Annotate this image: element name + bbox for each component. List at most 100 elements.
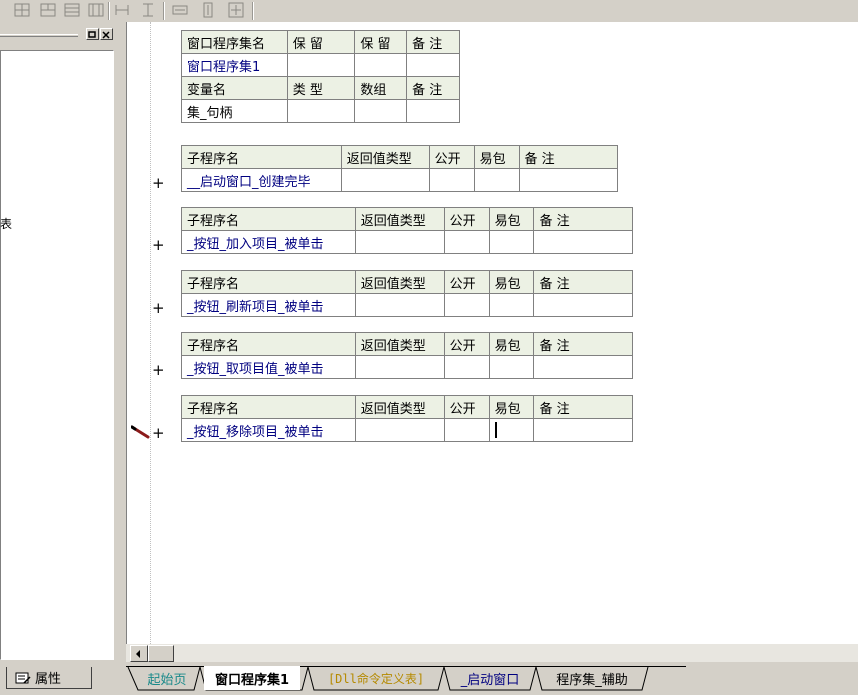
table-icon[interactable]: [88, 2, 104, 18]
subroutine-table: 子程序名 返回值类型 公开 易包 备 注 _按钮_取项目值_被单击: [181, 332, 633, 379]
subroutine-name-cell[interactable]: _按钮_加入项目_被单击: [181, 230, 356, 254]
table-cell[interactable]: [473, 168, 520, 192]
text-cursor: [494, 422, 497, 438]
header-cell: 备 注: [406, 76, 460, 100]
table-cell[interactable]: [488, 418, 535, 442]
tab-window-program-set[interactable]: 窗口程序集1: [204, 666, 300, 690]
header-cell: 子程序名: [181, 145, 342, 169]
width-icon[interactable]: [172, 2, 188, 18]
header-cell: 易包: [488, 270, 535, 294]
header-cell: 备 注: [518, 145, 618, 169]
subroutine-table: 子程序名 返回值类型 公开 易包 备 注 __启动窗口_创建完毕: [181, 145, 618, 192]
subroutine-name-cell[interactable]: __启动窗口_创建完毕: [181, 168, 342, 192]
expand-toggle[interactable]: +: [152, 174, 165, 192]
header-cell: 易包: [488, 207, 535, 231]
header-cell: 易包: [473, 145, 520, 169]
subroutine-name-cell[interactable]: _按钮_移除项目_被单击: [181, 418, 356, 442]
header-cell: 备 注: [406, 30, 460, 54]
header-cell: 数组: [354, 76, 408, 100]
table-cell[interactable]: [340, 168, 430, 192]
expand-toggle[interactable]: +: [152, 361, 165, 379]
table-cell[interactable]: [406, 53, 460, 77]
header-cell: 返回值类型: [340, 145, 430, 169]
header-cell: 子程序名: [181, 332, 356, 356]
size-icon[interactable]: [228, 2, 244, 18]
header-cell: 保 留: [286, 30, 356, 54]
gutter-line: [150, 22, 151, 644]
toolbar-separator: [108, 2, 110, 20]
table-cell[interactable]: [286, 99, 356, 123]
table-cell[interactable]: [428, 168, 475, 192]
header-cell: 公开: [443, 207, 490, 231]
close-button[interactable]: [100, 28, 113, 40]
toolbar-separator: [163, 2, 165, 20]
expand-toggle[interactable]: +: [152, 424, 165, 442]
header-cell: 子程序名: [181, 207, 356, 231]
left-dock-panel: 表: [0, 22, 122, 662]
header-cell: 备 注: [533, 395, 633, 419]
table-cell[interactable]: [533, 355, 633, 379]
restore-icon: [88, 31, 96, 38]
header-cell: 子程序名: [181, 395, 356, 419]
header-cell: 备 注: [533, 207, 633, 231]
table-cell[interactable]: [443, 293, 490, 317]
table-cell[interactable]: [533, 230, 633, 254]
subroutine-table: 子程序名 返回值类型 公开 易包 备 注 _按钮_加入项目_被单击: [181, 207, 633, 254]
table-cell[interactable]: [443, 418, 490, 442]
table-cell[interactable]: [354, 293, 445, 317]
subroutine-name-cell[interactable]: _按钮_刷新项目_被单击: [181, 293, 356, 317]
header-cell: 公开: [443, 332, 490, 356]
table-icon[interactable]: [64, 2, 80, 18]
table-cell[interactable]: [354, 355, 445, 379]
table-cell[interactable]: [443, 230, 490, 254]
tab-dll-command-table[interactable]: [Dll命令定义表]: [314, 666, 438, 690]
header-cell: 易包: [488, 332, 535, 356]
table-cell[interactable]: [354, 230, 445, 254]
table-cell[interactable]: [406, 99, 460, 123]
header-cell: 返回值类型: [354, 332, 445, 356]
expand-toggle[interactable]: +: [152, 236, 165, 254]
header-cell: 易包: [488, 395, 535, 419]
horizontal-scrollbar[interactable]: [126, 644, 858, 662]
header-cell: 备 注: [533, 270, 633, 294]
program-set-table: 窗口程序集名 保 留 保 留 备 注 窗口程序集1 变量名 类 型 数组 备 注…: [181, 30, 460, 123]
close-icon: [102, 31, 110, 39]
header-cell: 返回值类型: [354, 207, 445, 231]
expand-toggle[interactable]: +: [152, 299, 165, 317]
scroll-left-button[interactable]: [130, 645, 148, 662]
header-cell: 公开: [443, 395, 490, 419]
table-cell[interactable]: [443, 355, 490, 379]
table-cell[interactable]: [354, 418, 445, 442]
height-icon[interactable]: [200, 2, 216, 18]
subroutine-name-cell[interactable]: _按钮_取项目值_被单击: [181, 355, 356, 379]
scroll-thumb[interactable]: [148, 645, 174, 662]
column-icon[interactable]: [114, 2, 130, 18]
table-cell[interactable]: [354, 99, 408, 123]
tab-startup-window[interactable]: _启动窗口: [450, 666, 530, 690]
tab-program-set-helper[interactable]: 程序集_辅助: [542, 666, 642, 690]
table-cell[interactable]: [488, 230, 535, 254]
restore-button[interactable]: [86, 28, 99, 40]
program-set-name-cell[interactable]: 窗口程序集1: [181, 53, 288, 77]
toolbar-separator: [252, 2, 254, 20]
column-icon[interactable]: [140, 2, 156, 18]
variable-name-cell[interactable]: 集_句柄: [181, 99, 288, 123]
table-cell[interactable]: [354, 53, 408, 77]
table-cell[interactable]: [488, 355, 535, 379]
subroutine-table: 子程序名 返回值类型 公开 易包 备 注 _按钮_移除项目_被单击: [181, 395, 633, 442]
properties-icon: [15, 672, 31, 684]
table-icon[interactable]: [14, 2, 30, 18]
table-cell[interactable]: [533, 418, 633, 442]
table-cell[interactable]: [488, 293, 535, 317]
pencil-icon: [131, 425, 150, 439]
panel-grip[interactable]: [0, 34, 78, 37]
properties-tab[interactable]: 属性: [6, 667, 92, 689]
table-icon[interactable]: [40, 2, 56, 18]
table-cell[interactable]: [533, 293, 633, 317]
header-cell: 保 留: [354, 30, 408, 54]
header-cell: 公开: [428, 145, 475, 169]
table-cell[interactable]: [286, 53, 356, 77]
table-cell[interactable]: [518, 168, 618, 192]
tab-start-page[interactable]: 起始页: [140, 666, 194, 690]
toolbar: [0, 0, 858, 22]
